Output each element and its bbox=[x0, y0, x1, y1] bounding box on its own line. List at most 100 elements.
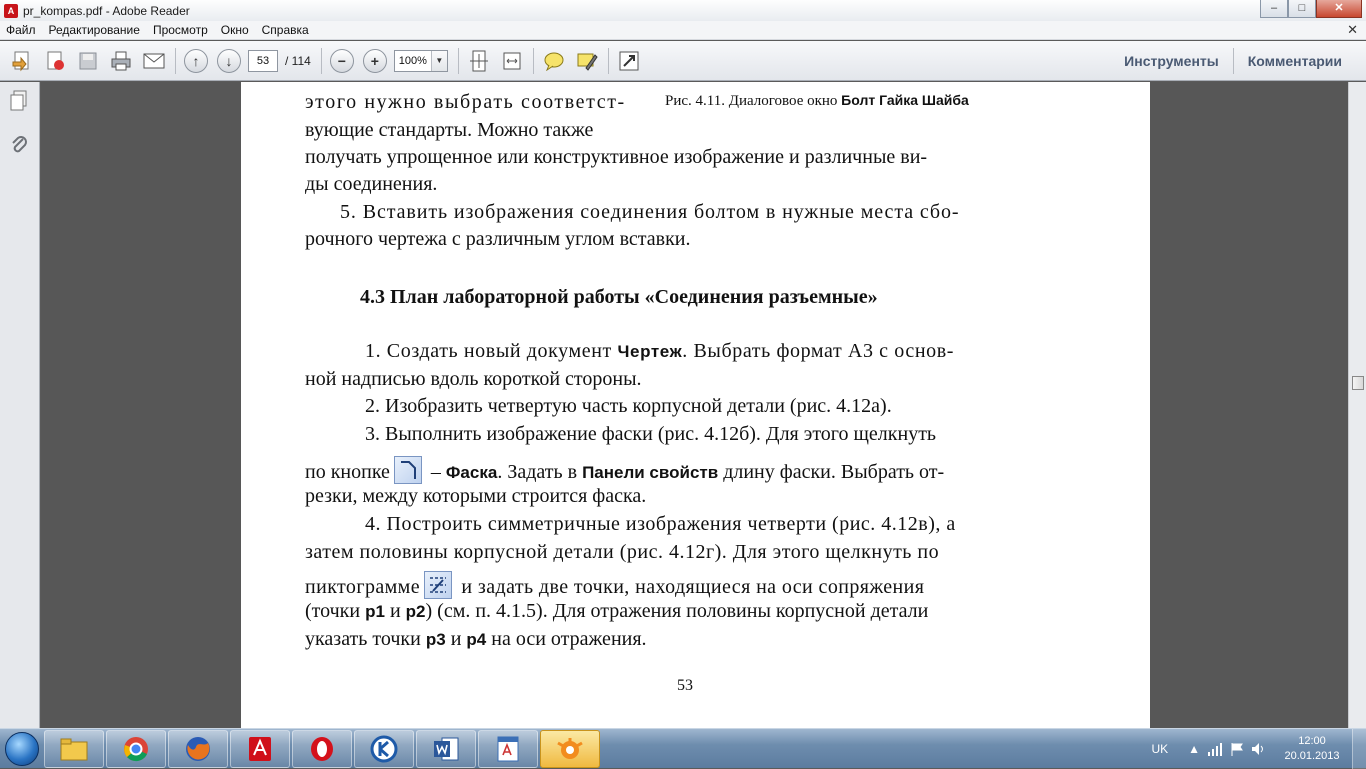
text-line: затем половины корпусной детали (рис. 4.… bbox=[305, 541, 940, 563]
system-clock[interactable]: 12:00 20.01.2013 bbox=[1272, 734, 1352, 764]
previous-page-button[interactable]: ↑ bbox=[182, 47, 210, 75]
bold-term: Панели свойств bbox=[582, 463, 719, 482]
text-line: рочного чертежа с различным углом вставк… bbox=[305, 228, 691, 250]
create-pdf-button[interactable] bbox=[8, 47, 36, 75]
text-run: на оси отражения. bbox=[486, 628, 647, 650]
menu-file[interactable]: Файл bbox=[6, 23, 36, 37]
pdf-page: Рис. 4.11. Диалоговое окно Болт Гайка Ша… bbox=[241, 82, 1150, 728]
chrome-icon bbox=[124, 736, 148, 761]
text-run: (точки bbox=[305, 600, 366, 622]
maximize-button[interactable]: □ bbox=[1288, 0, 1316, 18]
toolbar-separator bbox=[457, 47, 459, 74]
fit-page-button[interactable] bbox=[465, 47, 493, 75]
language-indicator[interactable]: UK bbox=[1151, 742, 1168, 756]
taskbar-acrobat[interactable] bbox=[230, 729, 290, 768]
expand-icon bbox=[619, 51, 639, 70]
text-line: 5. Вставить изображения соединения болто… bbox=[340, 201, 960, 223]
text-line: резки, между которыми строится фаска. bbox=[305, 485, 647, 507]
fit-page-icon bbox=[469, 50, 488, 71]
page-footer-number: 53 bbox=[677, 677, 693, 694]
create-pdf-icon bbox=[12, 51, 29, 71]
zoom-in-button[interactable]: + bbox=[361, 47, 389, 75]
toolbar-separator bbox=[532, 47, 534, 74]
text-line: получать упрощенное или конструктивное и… bbox=[305, 146, 928, 168]
document-viewport[interactable]: Рис. 4.11. Диалоговое окно Болт Гайка Ша… bbox=[41, 82, 1348, 728]
taskbar-word[interactable] bbox=[416, 729, 476, 768]
taskbar-opera[interactable] bbox=[292, 729, 352, 768]
document-close-icon[interactable]: ✕ bbox=[1347, 22, 1358, 38]
scrollbar-thumb[interactable] bbox=[1352, 376, 1364, 390]
page-number-input[interactable]: 53 bbox=[248, 49, 278, 72]
menu-edit[interactable]: Редактирование bbox=[49, 23, 140, 37]
open-button[interactable] bbox=[41, 47, 69, 75]
text-run: . Выбрать формат А3 с основ- bbox=[682, 340, 955, 362]
print-button[interactable] bbox=[107, 47, 135, 75]
fit-width-button[interactable] bbox=[498, 47, 526, 75]
bold-term: Фаска bbox=[445, 463, 498, 482]
taskbar-text-editor[interactable] bbox=[478, 729, 538, 768]
text-line: по кнопке – Фаска. Задать в Панели свойс… bbox=[305, 456, 944, 484]
navigation-pane bbox=[0, 82, 40, 728]
highlight-button[interactable] bbox=[573, 47, 601, 75]
menu-window[interactable]: Окно bbox=[221, 23, 249, 37]
text-line: ды соединения. bbox=[305, 173, 438, 195]
text-run: пиктограмме bbox=[305, 576, 421, 598]
text-editor-icon bbox=[497, 736, 519, 761]
email-icon bbox=[143, 53, 165, 68]
text-line: вующие стандарты. Можно также bbox=[305, 119, 594, 141]
text-run: ) (см. п. 4.1.5). Для отражения половины… bbox=[425, 600, 929, 622]
text-line: 1. Создать новый документ Чертеж. Выбрат… bbox=[365, 340, 954, 363]
window-title: pr_kompas.pdf - Adobe Reader bbox=[23, 3, 190, 18]
chevron-down-icon: ▼ bbox=[430, 50, 447, 71]
zoom-select[interactable]: 100% ▼ bbox=[393, 49, 448, 72]
page-thumbnails-icon[interactable] bbox=[9, 90, 29, 112]
word-icon bbox=[434, 737, 459, 760]
taskbar-chrome[interactable] bbox=[106, 729, 166, 768]
minimize-button[interactable]: – bbox=[1260, 0, 1288, 18]
figure-caption: Рис. 4.11. Диалоговое окно Болт Гайка Ша… bbox=[665, 92, 969, 110]
full-screen-button[interactable] bbox=[615, 47, 643, 75]
show-hidden-icons-icon[interactable]: ▲ bbox=[1188, 742, 1200, 756]
menu-view[interactable]: Просмотр bbox=[153, 23, 208, 37]
taskbar-explorer[interactable] bbox=[44, 729, 104, 768]
arrow-up-icon: ↑ bbox=[184, 48, 208, 73]
toolbar: ↑ ↓ 53 / 114 − + 100% ▼ Инструменты Комм… bbox=[0, 41, 1366, 81]
vertical-scrollbar[interactable] bbox=[1348, 82, 1366, 728]
text-line: указать точки p3 и p4 на оси отражения. bbox=[305, 628, 647, 651]
speech-bubble-icon bbox=[544, 52, 564, 71]
text-line: этого нужно выбрать соответст- bbox=[305, 91, 626, 113]
comments-pane-button[interactable]: Комментарии bbox=[1234, 53, 1356, 69]
clipped-line bbox=[305, 82, 645, 85]
tools-pane-button[interactable]: Инструменты bbox=[1110, 53, 1233, 69]
comment-button[interactable] bbox=[540, 47, 568, 75]
signal-icon[interactable] bbox=[1207, 742, 1223, 756]
email-button[interactable] bbox=[140, 47, 168, 75]
kompas-icon bbox=[370, 735, 398, 762]
action-center-flag-icon[interactable] bbox=[1230, 742, 1244, 756]
taskbar-avast[interactable] bbox=[540, 729, 600, 768]
toolbar-separator bbox=[320, 47, 322, 74]
taskbar: UK ▲ 12:00 20.01.2013 bbox=[0, 728, 1366, 769]
clock-date: 20.01.2013 bbox=[1284, 750, 1340, 762]
section-heading: 4.3 План лабораторной работы «Соединения… bbox=[360, 286, 878, 308]
zoom-value: 100% bbox=[398, 54, 427, 67]
close-button[interactable]: ✕ bbox=[1316, 0, 1362, 18]
volume-icon[interactable] bbox=[1251, 742, 1265, 756]
text-run: указать точки bbox=[305, 628, 426, 650]
pen-highlight-icon bbox=[577, 53, 598, 71]
open-pdf-icon bbox=[47, 51, 64, 70]
show-desktop-button[interactable] bbox=[1352, 729, 1366, 769]
taskbar-firefox[interactable] bbox=[168, 729, 228, 768]
text-run: 1. Создать новый документ bbox=[365, 340, 618, 362]
zoom-out-button[interactable]: − bbox=[328, 47, 356, 75]
save-button[interactable] bbox=[74, 47, 102, 75]
system-tray: UK ▲ 12:00 20.01.2013 bbox=[1151, 729, 1366, 769]
next-page-button[interactable]: ↓ bbox=[215, 47, 243, 75]
taskbar-kompas[interactable] bbox=[354, 729, 414, 768]
text-line: пиктограмме и задать две точки, находящи… bbox=[305, 571, 924, 599]
start-button[interactable] bbox=[0, 729, 44, 769]
attachments-paperclip-icon[interactable] bbox=[9, 134, 29, 156]
title-bar: A pr_kompas.pdf - Adobe Reader – □ ✕ bbox=[0, 0, 1366, 21]
menu-help[interactable]: Справка bbox=[262, 23, 309, 37]
text-run: длину фаски. Выбрать от- bbox=[718, 461, 945, 483]
